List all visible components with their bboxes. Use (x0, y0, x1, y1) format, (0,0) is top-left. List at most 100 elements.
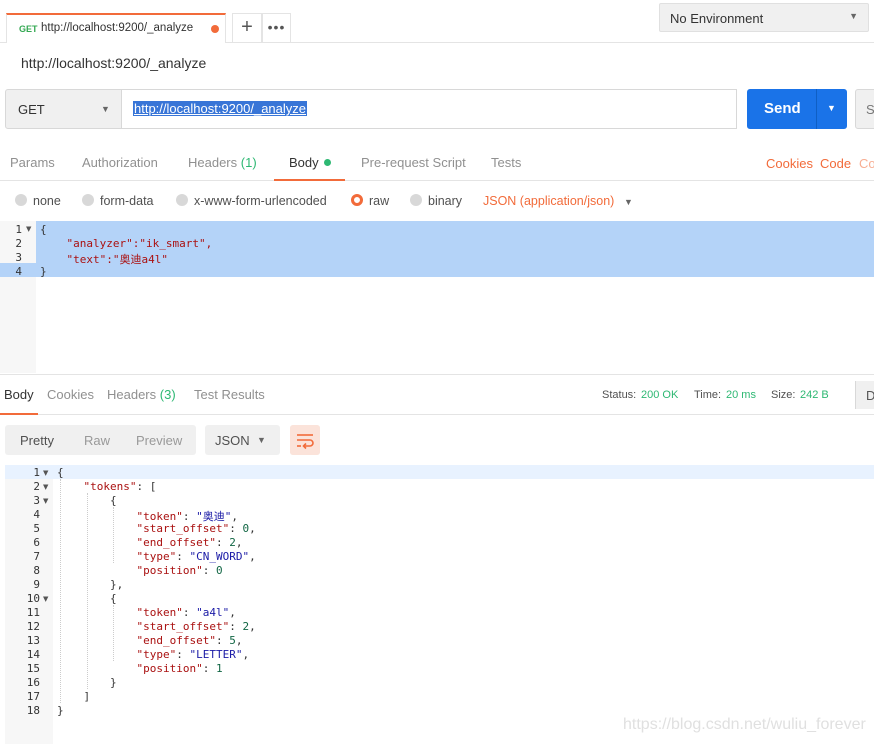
line-number: 1 (33, 466, 40, 479)
active-tab-indicator (0, 413, 38, 415)
environment-select[interactable]: No Environment ▼ (659, 3, 869, 32)
radio-urlencoded-label: x-www-form-urlencoded (194, 194, 327, 208)
line-number: 8 (33, 564, 40, 577)
time-value[interactable]: 20 ms (726, 389, 756, 401)
radio-raw[interactable] (351, 194, 363, 206)
save-button[interactable]: S (855, 89, 874, 129)
download-label: D (866, 388, 874, 403)
res-tab-cookies[interactable]: Cookies (47, 387, 94, 402)
line-number: 11 (26, 606, 40, 619)
content-type-select[interactable]: JSON (application/json) (483, 194, 614, 208)
chevron-down-icon: ▼ (257, 435, 266, 445)
status-value[interactable]: 200 OK (641, 389, 678, 401)
line-number: 2 (15, 237, 22, 250)
radio-form-data[interactable] (82, 194, 94, 206)
active-tab-indicator (274, 179, 345, 181)
res-tab-body[interactable]: Body (4, 387, 34, 402)
response-format-select[interactable]: JSON ▼ (205, 425, 280, 455)
tab-body-label: Body (289, 155, 319, 170)
send-button[interactable]: Send ▼ (747, 89, 847, 129)
indent-guide (60, 479, 61, 703)
line-number: 5 (33, 522, 40, 535)
fold-arrow-icon[interactable]: ▼ (43, 469, 48, 477)
status-label: Status: (602, 389, 637, 401)
fold-arrow-icon[interactable]: ▼ (26, 225, 31, 233)
tab-body[interactable]: Body (289, 155, 331, 170)
response-body-viewer[interactable]: 1 ▼{2 ▼ "tokens": [3 ▼ {4 "token": "奥迪", 5 "… (0, 465, 874, 744)
body-mode-radios: none form-data x-www-form-urlencoded raw… (0, 185, 874, 220)
tab-headers-label: Headers (188, 155, 238, 170)
code-line: }, (57, 578, 124, 591)
line-number: 3 (15, 251, 22, 264)
send-options-chevron-icon[interactable]: ▼ (827, 103, 836, 113)
code-link[interactable]: Code (820, 156, 851, 171)
request-tabs: Params Authorization Headers (1) Body Pr… (0, 143, 874, 181)
line-number: 12 (26, 620, 40, 633)
tab-headers[interactable]: Headers (1) (188, 155, 257, 170)
radio-urlencoded[interactable] (176, 194, 188, 206)
request-tab[interactable]: GET http://localhost:9200/_analyze (6, 13, 226, 43)
code-line: "position": 0 (136, 564, 223, 577)
request-body-editor[interactable]: 1 2 3 4 ▼ { "analyzer":"ik_smart", "text… (0, 221, 874, 373)
code-line: "type": "LETTER", (136, 648, 250, 661)
indent-guide (87, 493, 88, 689)
wrap-lines-button[interactable] (290, 425, 320, 455)
fold-arrow-icon[interactable]: ▼ (43, 497, 48, 505)
unsaved-dot-icon (211, 25, 219, 33)
download-button[interactable]: D (855, 381, 874, 409)
tab-authorization[interactable]: Authorization (82, 155, 158, 170)
chevron-down-icon: ▼ (849, 11, 858, 21)
request-title: http://localhost:9200/_analyze (21, 55, 207, 71)
more-tabs-button[interactable]: ••• (262, 13, 291, 43)
response-format-value: JSON (215, 433, 250, 448)
active-line-highlight (5, 465, 874, 479)
cookies-link[interactable]: Cookies (766, 156, 813, 171)
url-input[interactable]: http://localhost:9200/_analyze (122, 89, 737, 129)
fold-arrow-icon[interactable]: ▼ (43, 595, 48, 603)
line-number: 4 (33, 508, 40, 521)
code-line: } (57, 704, 64, 717)
code-line: { (57, 466, 64, 479)
line-number: 16 (26, 676, 40, 689)
indent-guide (113, 605, 114, 661)
code-line: { (40, 223, 47, 236)
line-number: 9 (33, 578, 40, 591)
indent-guide (113, 507, 114, 563)
size-label: Size: (771, 389, 796, 401)
radio-none[interactable] (15, 194, 27, 206)
tab-url: http://localhost:9200/_analyze (41, 22, 194, 34)
radio-form-data-label: form-data (100, 194, 154, 208)
send-divider (816, 89, 817, 129)
line-number: 17 (26, 690, 40, 703)
chevron-down-icon: ▼ (101, 104, 110, 114)
chevron-down-icon[interactable]: ▼ (624, 197, 633, 207)
tab-pre-request-script[interactable]: Pre-request Script (361, 155, 466, 170)
watermark: https://blog.csdn.net/wuliu_forever (623, 716, 866, 733)
code-line: "tokens": [ (83, 480, 157, 493)
code-line: "text":"奥迪a4l" (40, 253, 168, 266)
method-value: GET (18, 102, 45, 117)
res-tab-test-results[interactable]: Test Results (194, 387, 265, 402)
line-number: 4 (15, 265, 22, 278)
radio-binary[interactable] (410, 194, 422, 206)
line-number: 3 (33, 494, 40, 507)
view-pretty[interactable]: Pretty (20, 433, 54, 448)
line-number: 10 (26, 592, 40, 605)
fold-arrow-icon[interactable]: ▼ (43, 483, 48, 491)
method-select[interactable]: GET ▼ (5, 89, 122, 129)
res-tab-headers[interactable]: Headers (3) (107, 387, 176, 402)
comments-link[interactable]: Co (859, 156, 874, 171)
view-preview[interactable]: Preview (136, 433, 182, 448)
time-label: Time: (694, 389, 722, 401)
view-raw[interactable]: Raw (84, 433, 110, 448)
wrap-lines-icon (290, 425, 320, 455)
tab-headers-count: (1) (240, 155, 257, 170)
tab-params[interactable]: Params (10, 155, 55, 170)
code-line: "token": "a4l", (136, 606, 236, 619)
line-number: 6 (33, 536, 40, 549)
line-number: 13 (26, 634, 40, 647)
code-line: "end_offset": 5, (136, 634, 243, 647)
new-tab-button[interactable]: + (232, 13, 262, 43)
size-value[interactable]: 242 B (800, 389, 829, 401)
tab-tests[interactable]: Tests (491, 155, 521, 170)
